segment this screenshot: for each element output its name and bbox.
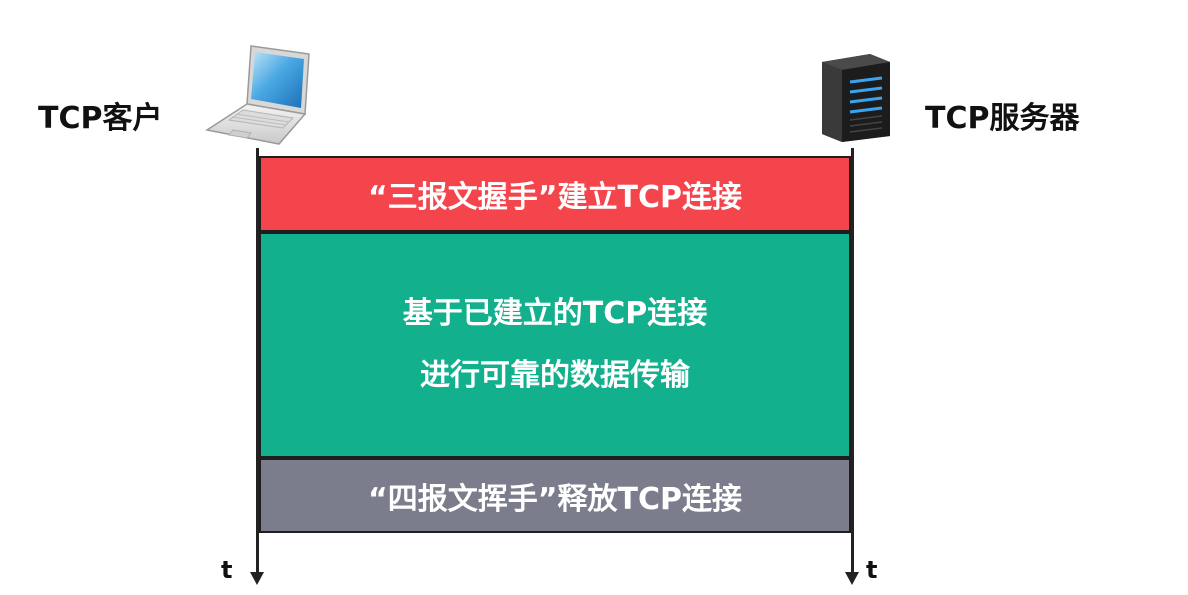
handshake-phase-box: “三报文握手”建立TCP连接 bbox=[259, 156, 851, 232]
client-time-label: t bbox=[221, 556, 233, 584]
teardown-phase-text: “四报文挥手”释放TCP连接 bbox=[368, 481, 742, 517]
teardown-phase-box: “四报文挥手”释放TCP连接 bbox=[259, 458, 851, 533]
server-timeline bbox=[851, 148, 854, 574]
server-time-label: t bbox=[866, 556, 878, 584]
data-transfer-phase-box: 基于已建立的TCP连接 进行可靠的数据传输 bbox=[259, 232, 851, 458]
client-time-arrow-icon bbox=[250, 572, 264, 585]
server-tower-icon bbox=[820, 52, 892, 142]
client-label: TCP客户 bbox=[38, 101, 163, 136]
server-time-arrow-icon bbox=[845, 572, 859, 585]
data-transfer-line-1: 基于已建立的TCP连接 bbox=[402, 296, 708, 331]
laptop-icon bbox=[203, 44, 311, 148]
data-transfer-line-2: 进行可靠的数据传输 bbox=[420, 358, 690, 393]
server-label: TCP服务器 bbox=[925, 101, 1080, 136]
handshake-phase-text: “三报文握手”建立TCP连接 bbox=[368, 180, 742, 215]
